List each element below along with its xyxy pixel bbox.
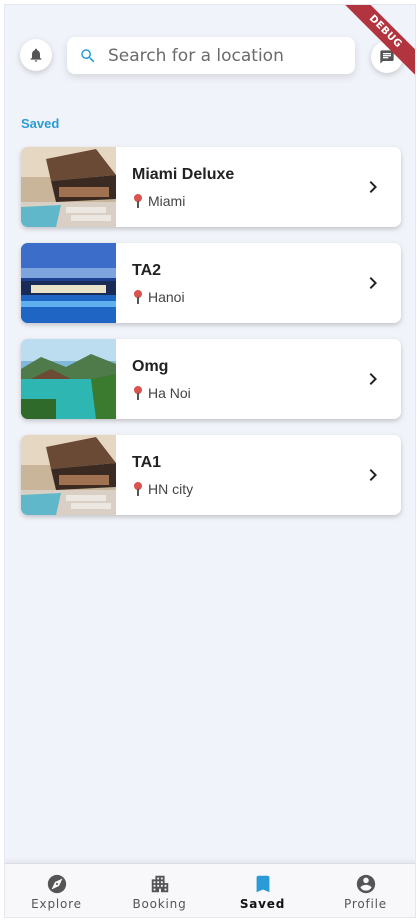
pin-icon (134, 385, 142, 400)
chevron-right-icon (369, 373, 377, 385)
location-label: Ha Noi (148, 384, 191, 401)
nav-booking[interactable]: Booking (108, 864, 211, 917)
bottom-navigation: Explore Booking Saved Profile (5, 863, 415, 917)
hotel-thumbnail (21, 147, 116, 227)
search-icon (81, 48, 95, 62)
nav-label: Profile (344, 897, 387, 911)
pin-icon (134, 193, 142, 208)
pin-icon (134, 289, 142, 304)
bookmark-icon (256, 875, 269, 893)
account-icon (356, 874, 375, 894)
hotel-location: Hanoi (132, 289, 361, 305)
hotel-name: TA1 (132, 453, 162, 471)
location-label: HN city (148, 480, 194, 497)
card-info: TA1 HN city (116, 454, 361, 497)
hotel-thumbnail (21, 435, 116, 515)
hotel-location: HN city (132, 481, 361, 497)
nav-label: Saved (239, 897, 286, 911)
hotel-location: Ha Noi (132, 385, 361, 401)
saved-card[interactable]: Miami Deluxe Miami (21, 147, 401, 227)
hotel-name: TA2 (132, 261, 162, 279)
nav-label: Explore (31, 897, 82, 911)
bell-icon (30, 48, 42, 62)
nav-saved[interactable]: Saved (211, 864, 314, 917)
search-bar[interactable] (67, 37, 355, 74)
saved-card[interactable]: Omg Ha Noi (21, 339, 401, 419)
chevron-right-icon (369, 469, 377, 481)
compass-icon (47, 874, 66, 894)
notifications-button[interactable] (20, 39, 52, 71)
chevron-right-icon (369, 181, 377, 193)
building-icon (151, 875, 168, 893)
search-input[interactable] (108, 45, 338, 66)
card-info: TA2 Hanoi (116, 262, 361, 305)
card-info: Miami Deluxe Miami (116, 166, 361, 209)
hotel-location: Miami (132, 193, 361, 209)
saved-card[interactable]: TA2 Hanoi (21, 243, 401, 323)
pin-icon (134, 481, 142, 496)
saved-card[interactable]: TA1 HN city (21, 435, 401, 515)
nav-label: Booking (132, 897, 187, 911)
location-label: Hanoi (148, 288, 185, 305)
location-label: Miami (148, 192, 186, 209)
nav-explore[interactable]: Explore (5, 864, 108, 917)
hotel-thumbnail (21, 339, 116, 419)
hotel-name: Miami Deluxe (132, 165, 235, 183)
nav-profile[interactable]: Profile (314, 864, 415, 917)
section-title: Saved (21, 116, 60, 131)
chevron-right-icon (369, 277, 377, 289)
hotel-name: Omg (132, 357, 169, 375)
hotel-thumbnail (21, 243, 116, 323)
app-screen: DEBUG Saved Miami De (4, 4, 416, 918)
card-info: Omg Ha Noi (116, 358, 361, 401)
